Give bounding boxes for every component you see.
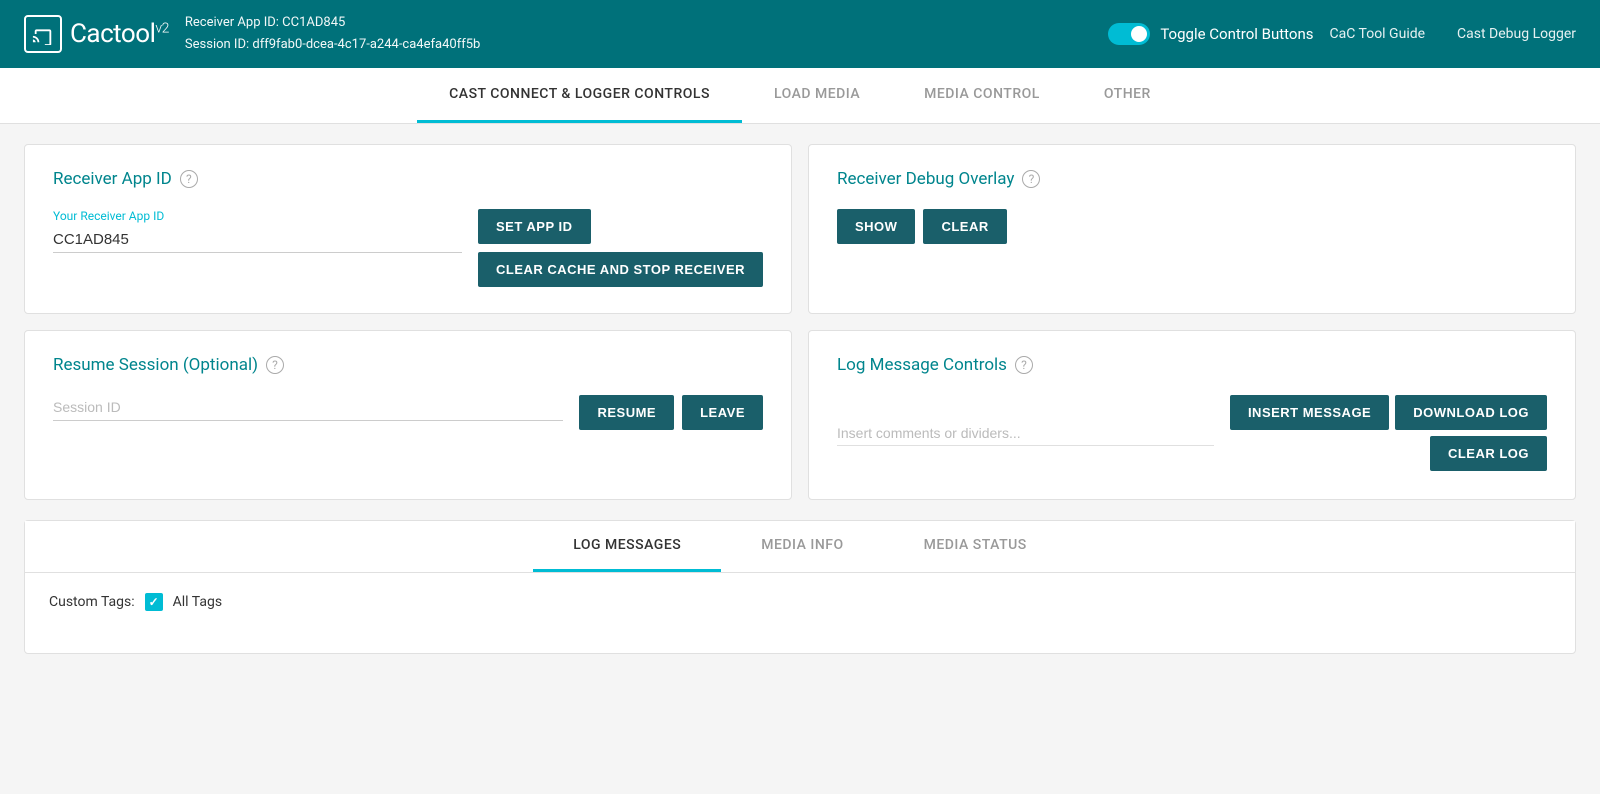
toggle-switch[interactable] [1108, 23, 1150, 45]
custom-tags-label: Custom Tags: [49, 594, 135, 610]
resume-session-btn-group: RESUME LEAVE [579, 395, 763, 430]
cast-debug-logger-link[interactable]: Cast Debug Logger [1457, 26, 1576, 42]
resume-button[interactable]: RESUME [579, 395, 674, 430]
bottom-tabs: LOG MESSAGES MEDIA INFO MEDIA STATUS [25, 521, 1575, 573]
receiver-app-id-info: Receiver App ID: CC1AD845 [185, 12, 1092, 34]
bottom-content: Custom Tags: All Tags [25, 573, 1575, 653]
log-message-input[interactable] [837, 421, 1214, 446]
tab-media-control[interactable]: MEDIA CONTROL [892, 68, 1072, 123]
resume-session-title: Resume Session (Optional) ? [53, 355, 763, 375]
download-log-button[interactable]: DOWNLOAD LOG [1395, 395, 1547, 430]
receiver-debug-btn-group: SHOW CLEAR [837, 209, 1547, 244]
receiver-debug-help-icon[interactable]: ? [1022, 170, 1040, 188]
receiver-debug-title: Receiver Debug Overlay ? [837, 169, 1547, 189]
main-content: Receiver App ID ? Your Receiver App ID S… [0, 124, 1600, 674]
resume-session-body: RESUME LEAVE [53, 395, 763, 430]
receiver-app-id-input-label: Your Receiver App ID [53, 209, 462, 223]
insert-message-button[interactable]: INSERT MESSAGE [1230, 395, 1389, 430]
tab-cast-connect[interactable]: CAST CONNECT & LOGGER CONTROLS [417, 68, 742, 123]
set-app-id-button[interactable]: SET APP ID [478, 209, 591, 244]
cast-icon [24, 15, 62, 53]
receiver-app-id-help-icon[interactable]: ? [180, 170, 198, 188]
log-message-title: Log Message Controls ? [837, 355, 1547, 375]
log-btn-row-1: INSERT MESSAGE DOWNLOAD LOG [1230, 395, 1547, 430]
receiver-app-id-input-group: Your Receiver App ID [53, 209, 462, 253]
main-tabs: CAST CONNECT & LOGGER CONTROLS LOAD MEDI… [0, 68, 1600, 124]
tab-log-messages[interactable]: LOG MESSAGES [533, 521, 721, 572]
bottom-section: LOG MESSAGES MEDIA INFO MEDIA STATUS Cus… [24, 520, 1576, 654]
tab-media-info[interactable]: MEDIA INFO [721, 521, 883, 572]
receiver-app-id-body: Your Receiver App ID SET APP ID CLEAR CA… [53, 209, 763, 287]
tab-other[interactable]: OTHER [1072, 68, 1183, 123]
session-id-info: Session ID: dff9fab0-dcea-4c17-a244-ca4e… [185, 34, 1092, 56]
logo-text: Cactoolv2 [70, 19, 169, 49]
resume-session-help-icon[interactable]: ? [266, 356, 284, 374]
header-links: CaC Tool Guide Cast Debug Logger [1330, 26, 1577, 42]
clear-cache-button[interactable]: CLEAR CACHE AND STOP RECEIVER [478, 252, 763, 287]
toggle-control: Toggle Control Buttons [1108, 23, 1313, 45]
receiver-app-id-input[interactable] [53, 227, 462, 253]
receiver-app-id-btn-group: SET APP ID CLEAR CACHE AND STOP RECEIVER [478, 209, 763, 287]
log-btn-group: INSERT MESSAGE DOWNLOAD LOG CLEAR LOG [1230, 395, 1547, 471]
leave-button[interactable]: LEAVE [682, 395, 763, 430]
all-tags-label: All Tags [173, 594, 222, 610]
session-id-input-group [53, 395, 563, 421]
logo: Cactoolv2 [24, 15, 169, 53]
tab-load-media[interactable]: LOAD MEDIA [742, 68, 892, 123]
log-btn-row-2: CLEAR LOG [1430, 436, 1547, 471]
header-info: Receiver App ID: CC1AD845 Session ID: df… [185, 12, 1092, 56]
cac-tool-guide-link[interactable]: CaC Tool Guide [1330, 26, 1426, 42]
receiver-debug-card: Receiver Debug Overlay ? SHOW CLEAR [808, 144, 1576, 314]
receiver-app-id-title: Receiver App ID ? [53, 169, 763, 189]
custom-tags-row: Custom Tags: All Tags [49, 593, 1551, 611]
log-message-help-icon[interactable]: ? [1015, 356, 1033, 374]
toggle-label: Toggle Control Buttons [1160, 25, 1313, 43]
tab-media-status[interactable]: MEDIA STATUS [884, 521, 1067, 572]
clear-log-button[interactable]: CLEAR LOG [1430, 436, 1547, 471]
header: Cactoolv2 Receiver App ID: CC1AD845 Sess… [0, 0, 1600, 68]
resume-session-card: Resume Session (Optional) ? RESUME LEAVE [24, 330, 792, 500]
logo-version: v2 [155, 20, 169, 36]
cards-grid: Receiver App ID ? Your Receiver App ID S… [24, 144, 1576, 500]
show-button[interactable]: SHOW [837, 209, 915, 244]
all-tags-checkbox[interactable] [145, 593, 163, 611]
receiver-app-id-card: Receiver App ID ? Your Receiver App ID S… [24, 144, 792, 314]
log-controls-body: INSERT MESSAGE DOWNLOAD LOG CLEAR LOG [837, 395, 1547, 471]
log-message-card: Log Message Controls ? INSERT MESSAGE DO… [808, 330, 1576, 500]
clear-button[interactable]: CLEAR [923, 209, 1006, 244]
session-id-input[interactable] [53, 395, 563, 421]
